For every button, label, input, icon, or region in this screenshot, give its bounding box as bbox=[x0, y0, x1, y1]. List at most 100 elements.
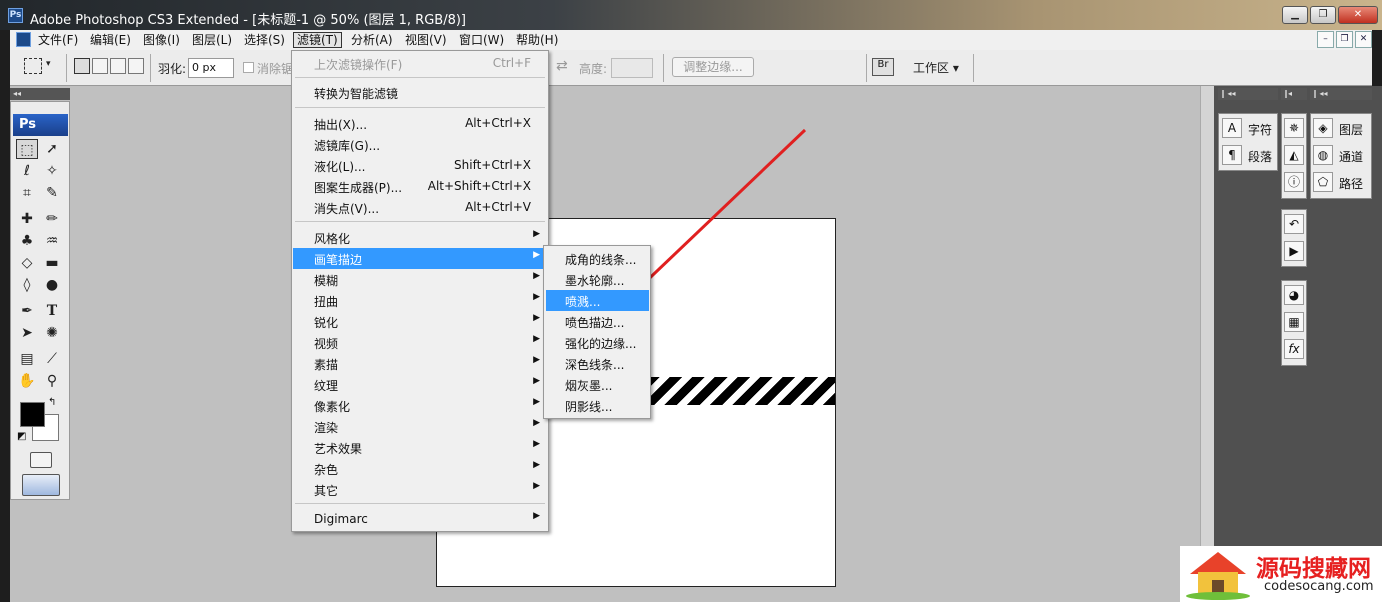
histogram-panel-icon[interactable]: ◭ bbox=[1284, 145, 1304, 165]
menu-item-texture[interactable]: 纹理 ▶ bbox=[293, 374, 548, 395]
menu-item-liquify[interactable]: 液化(L)... Shift+Ctrl+X bbox=[293, 155, 548, 176]
actions-panel-icon[interactable]: ▶ bbox=[1284, 241, 1304, 261]
panel-collapse-bar[interactable]: ‖◂ bbox=[1281, 88, 1307, 100]
zoom-tool-icon[interactable]: ⚲ bbox=[41, 371, 63, 391]
rectangle-marquee-tool-icon[interactable]: ⬚ bbox=[16, 139, 38, 159]
panel-collapse-bar[interactable]: ‖ ◂◂ bbox=[1310, 88, 1372, 100]
menu-analysis[interactable]: 分析(A) bbox=[348, 32, 396, 48]
menu-image[interactable]: 图像(I) bbox=[140, 32, 183, 48]
submenu-item-angled-strokes[interactable]: 成角的线条... bbox=[546, 248, 649, 269]
panel-label-layers[interactable]: 图层 bbox=[1339, 121, 1363, 138]
submenu-item-sumi-e[interactable]: 烟灰墨... bbox=[546, 374, 649, 395]
menu-item-video[interactable]: 视频 ▶ bbox=[293, 332, 548, 353]
menu-filter[interactable]: 滤镜(T) bbox=[293, 32, 342, 48]
submenu-item-accented-edges[interactable]: 强化的边缘... bbox=[546, 332, 649, 353]
bridge-icon[interactable]: Br bbox=[872, 58, 894, 76]
history-panel-icon[interactable]: ↶ bbox=[1284, 214, 1304, 234]
channels-panel-icon[interactable]: ◍ bbox=[1313, 145, 1333, 165]
feather-input[interactable]: 0 px bbox=[188, 58, 234, 78]
menu-item-last-filter[interactable]: 上次滤镜操作(F) Ctrl+F bbox=[293, 53, 548, 74]
vertical-scrollbar[interactable] bbox=[1200, 86, 1214, 602]
menu-item-pixelate[interactable]: 像素化 ▶ bbox=[293, 395, 548, 416]
submenu-item-ink-outlines[interactable]: 墨水轮廓... bbox=[546, 269, 649, 290]
doc-close-button[interactable]: ✕ bbox=[1355, 31, 1372, 48]
brush-tool-icon[interactable]: ✏ bbox=[41, 209, 63, 229]
healing-brush-tool-icon[interactable]: ✚ bbox=[16, 209, 38, 229]
dodge-tool-icon[interactable]: ● bbox=[41, 275, 63, 295]
menu-item-smart-filter[interactable]: 转换为智能滤镜 bbox=[293, 82, 548, 103]
character-panel-icon[interactable]: A bbox=[1222, 118, 1242, 138]
styles-panel-icon[interactable]: ▦ bbox=[1284, 312, 1304, 332]
menu-item-filter-gallery[interactable]: 滤镜库(G)... bbox=[293, 134, 548, 155]
paragraph-panel-icon[interactable]: ¶ bbox=[1222, 145, 1242, 165]
panel-label-character[interactable]: 字符 bbox=[1248, 121, 1272, 138]
path-selection-tool-icon[interactable]: ➤ bbox=[16, 323, 38, 343]
eyedropper-tool-icon[interactable]: ⟋ bbox=[41, 349, 63, 369]
menu-item-noise[interactable]: 杂色 ▶ bbox=[293, 458, 548, 479]
menu-window[interactable]: 窗口(W) bbox=[456, 32, 507, 48]
panel-collapse-bar[interactable]: ‖ ◂◂ bbox=[1218, 88, 1278, 100]
clone-stamp-tool-icon[interactable]: ♣ bbox=[16, 231, 38, 251]
doc-restore-button[interactable]: ❐ bbox=[1336, 31, 1353, 48]
refine-edge-button[interactable]: 调整边缘... bbox=[672, 57, 754, 77]
custom-shape-tool-icon[interactable]: ✺ bbox=[41, 323, 63, 343]
menu-item-brush-strokes[interactable]: 画笔描边 ▶ bbox=[293, 248, 548, 269]
submenu-item-spatter[interactable]: 喷溅... bbox=[546, 290, 649, 311]
menu-view[interactable]: 视图(V) bbox=[402, 32, 450, 48]
pen-tool-icon[interactable]: ✒ bbox=[16, 301, 38, 321]
gradient-tool-icon[interactable]: ▬ bbox=[41, 253, 63, 273]
menu-help[interactable]: 帮助(H) bbox=[513, 32, 561, 48]
menu-item-sketch[interactable]: 素描 ▶ bbox=[293, 353, 548, 374]
menu-item-vanishing-point[interactable]: 消失点(V)... Alt+Ctrl+V bbox=[293, 197, 548, 218]
layers-panel-icon[interactable]: ◈ bbox=[1313, 118, 1333, 138]
toolbox-collapse-bar[interactable]: ◂◂ bbox=[10, 88, 70, 100]
menu-item-render[interactable]: 渲染 ▶ bbox=[293, 416, 548, 437]
menu-edit[interactable]: 编辑(E) bbox=[87, 32, 134, 48]
submenu-item-dark-strokes[interactable]: 深色线条... bbox=[546, 353, 649, 374]
workspace-button[interactable]: 工作区 ▾ bbox=[913, 59, 959, 76]
menu-item-blur[interactable]: 模糊 ▶ bbox=[293, 269, 548, 290]
subtract-selection-icon[interactable] bbox=[110, 58, 126, 74]
marquee-preset-icon[interactable] bbox=[24, 58, 42, 74]
history-brush-tool-icon[interactable]: ♒ bbox=[41, 231, 63, 251]
blur-tool-icon[interactable]: ◊ bbox=[16, 275, 38, 295]
swap-colors-icon[interactable]: ↰ bbox=[48, 397, 56, 408]
minimize-button[interactable]: ▁ bbox=[1282, 6, 1308, 24]
new-selection-icon[interactable] bbox=[74, 58, 90, 74]
doc-minimize-button[interactable]: – bbox=[1317, 31, 1334, 48]
panel-label-paths[interactable]: 路径 bbox=[1339, 175, 1363, 192]
slice-tool-icon[interactable]: ✎ bbox=[41, 183, 63, 203]
layer-styles-panel-icon[interactable]: fx bbox=[1284, 339, 1304, 359]
height-input[interactable] bbox=[611, 58, 653, 78]
panel-label-channels[interactable]: 通道 bbox=[1339, 148, 1363, 165]
info-panel-icon[interactable]: ⓘ bbox=[1284, 172, 1304, 192]
crop-tool-icon[interactable]: ⌗ bbox=[16, 183, 38, 203]
chevron-down-icon[interactable]: ▾ bbox=[46, 59, 51, 69]
menu-item-other[interactable]: 其它 ▶ bbox=[293, 479, 548, 500]
menu-layer[interactable]: 图层(L) bbox=[189, 32, 235, 48]
eraser-tool-icon[interactable]: ◇ bbox=[16, 253, 38, 273]
menu-item-digimarc[interactable]: Digimarc ▶ bbox=[293, 509, 548, 530]
menu-item-stylize[interactable]: 风格化 ▶ bbox=[293, 227, 548, 248]
type-tool-icon[interactable]: T bbox=[41, 301, 63, 321]
foreground-color-swatch-front[interactable] bbox=[20, 402, 45, 427]
panel-label-paragraph[interactable]: 段落 bbox=[1248, 148, 1272, 165]
hand-tool-icon[interactable]: ✋ bbox=[16, 371, 38, 391]
close-button[interactable]: ✕ bbox=[1338, 6, 1378, 24]
screen-mode-icon[interactable] bbox=[22, 474, 60, 496]
paths-panel-icon[interactable]: ⬠ bbox=[1313, 172, 1333, 192]
menu-item-extract[interactable]: 抽出(X)... Alt+Ctrl+X bbox=[293, 113, 548, 134]
quick-mask-icon[interactable] bbox=[30, 452, 52, 468]
magic-wand-tool-icon[interactable]: ✧ bbox=[41, 161, 63, 181]
navigator-panel-icon[interactable]: ✵ bbox=[1284, 118, 1304, 138]
swatches-panel-icon[interactable]: ◕ bbox=[1284, 285, 1304, 305]
default-colors-icon[interactable]: ◩ bbox=[17, 431, 26, 442]
submenu-item-sprayed-strokes[interactable]: 喷色描边... bbox=[546, 311, 649, 332]
intersect-selection-icon[interactable] bbox=[128, 58, 144, 74]
submenu-item-crosshatch[interactable]: 阴影线... bbox=[546, 395, 649, 416]
menu-select[interactable]: 选择(S) bbox=[241, 32, 288, 48]
menu-item-distort[interactable]: 扭曲 ▶ bbox=[293, 290, 548, 311]
menu-item-sharpen[interactable]: 锐化 ▶ bbox=[293, 311, 548, 332]
menu-file[interactable]: 文件(F) bbox=[35, 32, 81, 48]
menu-item-artistic[interactable]: 艺术效果 ▶ bbox=[293, 437, 548, 458]
